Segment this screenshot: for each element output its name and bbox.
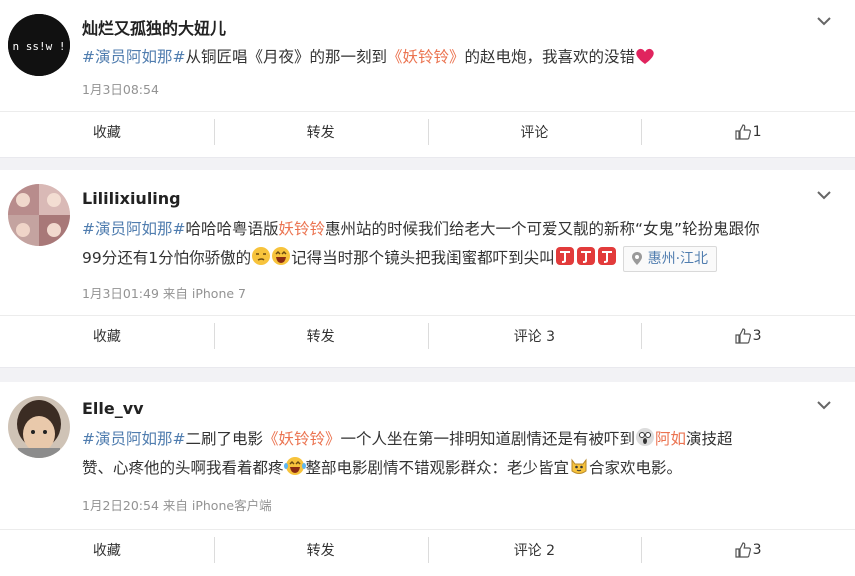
- post-text: #演员阿如那#哈哈哈粤语版妖铃铃惠州站的时候我们给老大一个可爱又靓的新称“女鬼”…: [82, 215, 822, 273]
- laugh-cry-emoji: [283, 457, 306, 475]
- post-card: n ss!w ! 灿烂又孤独的大妞儿 #演员阿如那#从铜匠唱《月夜》的那一刻到《…: [0, 0, 855, 158]
- post-text-segment: 二刷了电影: [185, 430, 263, 448]
- post-card: Lililixiuling #演员阿如那#哈哈哈粤语版妖铃铃惠州站的时候我们给老…: [0, 170, 855, 368]
- action-bar: 收藏 转发 评论 1: [0, 111, 855, 152]
- chevron-down-icon[interactable]: [815, 12, 833, 30]
- favorite-button[interactable]: 收藏: [0, 112, 214, 152]
- favorite-label: 收藏: [92, 543, 121, 559]
- post-text-segment: 记得当时那个镜头把我闺蜜都吓到尖叫: [291, 249, 555, 267]
- card-gap: [0, 368, 855, 382]
- like-button[interactable]: 3: [641, 316, 855, 356]
- chevron-down-icon[interactable]: [815, 186, 833, 204]
- repost-button[interactable]: 转发: [213, 112, 428, 152]
- heart-emoji: [636, 48, 654, 64]
- smirk-emoji: [252, 247, 271, 265]
- like-button[interactable]: 1: [641, 112, 855, 152]
- comment-button[interactable]: 评论: [427, 112, 642, 152]
- post-text-segment: 合家欢电影。: [589, 459, 683, 477]
- post-meta: 1月2日20:54 来自 iPhone客户端: [82, 498, 272, 513]
- repost-button[interactable]: 转发: [213, 530, 428, 570]
- weibo-feed: n ss!w ! 灿烂又孤独的大妞儿 #演员阿如那#从铜匠唱《月夜》的那一刻到《…: [0, 0, 855, 576]
- location-tag[interactable]: 惠州·江北: [622, 245, 718, 272]
- like-count: 3: [752, 542, 762, 558]
- name-link[interactable]: 阿如: [655, 430, 686, 448]
- topic-tag[interactable]: #演员阿如那#: [82, 430, 185, 448]
- comment-label: 评论: [520, 125, 549, 141]
- thumb-up-icon: [735, 328, 751, 344]
- laugh-emoji: [272, 247, 291, 265]
- movie-link[interactable]: 《妖铃铃》: [263, 430, 341, 448]
- post-text: #演员阿如那#从铜匠唱《月夜》的那一刻到《妖铃铃》的赵电炮，我喜欢的没错: [82, 43, 822, 72]
- like-count: 3: [752, 328, 762, 344]
- post-text-segment: 一个人坐在第一排明知道剧情还是有被吓到: [340, 430, 636, 448]
- post-text: #演员阿如那#二刷了电影《妖铃铃》一个人坐在第一排明知道剧情还是有被吓到 阿如演技…: [82, 425, 822, 483]
- repost-button[interactable]: 转发: [213, 316, 428, 356]
- chevron-down-icon[interactable]: [815, 396, 833, 414]
- comment-button[interactable]: 评论 3: [427, 316, 642, 356]
- location-label: 惠州·江北: [647, 250, 709, 267]
- avatar[interactable]: [8, 396, 70, 458]
- post-text-segment: 从铜匠唱《月夜》的那一刻到: [185, 48, 387, 66]
- like-button[interactable]: 3: [641, 530, 855, 570]
- location-pin-icon: [631, 252, 642, 265]
- post-text-segment: 哈哈哈粤语版: [185, 220, 279, 238]
- post-text-segment: 演技超: [686, 430, 733, 448]
- action-bar: 收藏 转发 评论 2 3: [0, 529, 855, 570]
- username[interactable]: Elle_vv: [82, 399, 144, 418]
- comment-label: 评论 3: [513, 329, 556, 345]
- repost-label: 转发: [306, 329, 335, 345]
- post-meta: 1月3日01:49 来自 iPhone 7: [82, 286, 246, 301]
- repost-label: 转发: [306, 125, 335, 141]
- movie-link[interactable]: 妖铃铃: [279, 220, 326, 238]
- post-text-segment: 99分还有1分怕你骄傲的: [82, 249, 252, 267]
- avatar[interactable]: n ss!w !: [8, 14, 70, 76]
- action-bar: 收藏 转发 评论 3 3: [0, 315, 855, 356]
- favorite-button[interactable]: 收藏: [0, 530, 214, 570]
- post-text-segment: 赞、心疼他的头啊我看着都疼: [82, 459, 284, 477]
- thumb-up-icon: [735, 124, 751, 140]
- avatar-image: [8, 396, 70, 458]
- username[interactable]: 灿烂又孤独的大妞儿: [82, 15, 226, 39]
- comment-button[interactable]: 评论 2: [427, 530, 642, 570]
- favorite-button[interactable]: 收藏: [0, 316, 214, 356]
- avatar-text: n ss!w !: [13, 40, 66, 53]
- post-text-segment: 惠州站的时候我们给老大一个可爱又靓的新称“女鬼”轮扮鬼跟你: [325, 220, 760, 238]
- topic-tag[interactable]: #演员阿如那#: [82, 220, 185, 238]
- movie-link[interactable]: 《妖铃铃》: [387, 48, 465, 66]
- card-gap: [0, 158, 855, 170]
- repost-label: 转发: [306, 543, 335, 559]
- topic-tag[interactable]: #演员阿如那#: [82, 48, 185, 66]
- post-meta: 1月3日08:54: [82, 82, 159, 97]
- username[interactable]: Lililixiuling: [82, 189, 181, 208]
- scared-emoji: [636, 428, 655, 446]
- cat-emoji: [571, 458, 587, 474]
- avatar[interactable]: [8, 184, 70, 246]
- post-text-segment: 整部电影剧情不错观影群众：老少皆宜: [305, 459, 570, 477]
- favorite-label: 收藏: [92, 329, 121, 345]
- favorite-label: 收藏: [92, 125, 121, 141]
- post-text-segment: 的赵电炮，我喜欢的没错: [464, 48, 636, 66]
- cheer-emoji: [555, 247, 616, 265]
- comment-label: 评论 2: [513, 543, 556, 559]
- avatar-image: [8, 184, 70, 246]
- post-card: Elle_vv #演员阿如那#二刷了电影《妖铃铃》一个人坐在第一排明知道剧情还是…: [0, 382, 855, 576]
- avatar-image: n ss!w !: [8, 14, 70, 76]
- thumb-up-icon: [735, 542, 751, 558]
- like-count: 1: [752, 124, 762, 140]
